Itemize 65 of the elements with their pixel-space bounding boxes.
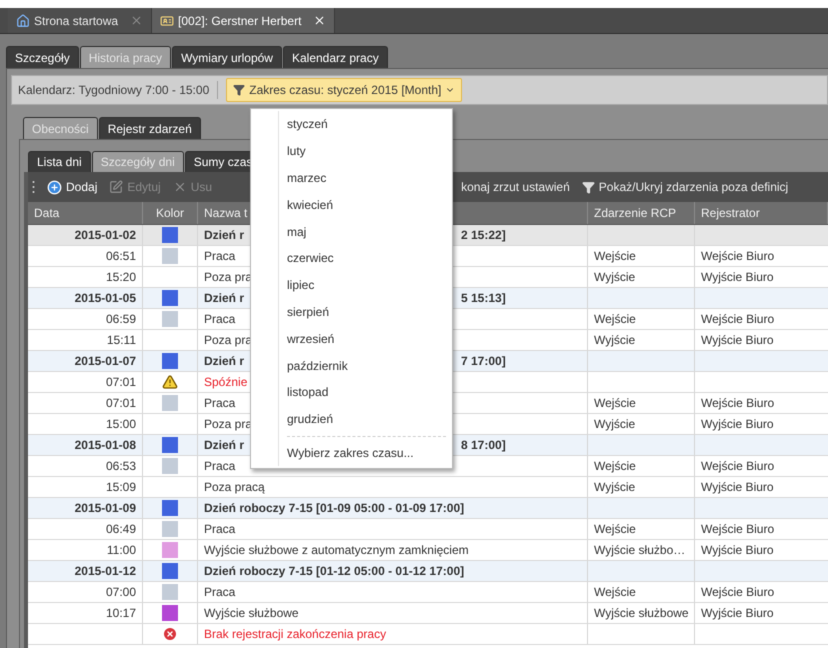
name-cell: Spóźnie [204, 375, 248, 389]
name-cell: Praca [204, 585, 236, 599]
date-cell-text: 2015-01-09 [74, 500, 136, 517]
name-cell-text: 2 15:22] [461, 227, 506, 244]
date-cell-text: 2015-01-12 [74, 563, 136, 580]
date-cell-text: 15:00 [106, 416, 136, 433]
date-cell-text: 2015-01-07 [74, 353, 136, 370]
event-cell-text: Wyjście służbowe [594, 605, 689, 622]
name-cell-text: 7 17:00] [461, 353, 506, 370]
recorder-cell-text: Wejście Biuro [701, 311, 774, 328]
name-cell: Wyjście służbowe z automatycznym zamknięciem [204, 543, 469, 557]
name-cell-text: 8 17:00] [461, 437, 506, 454]
name-cell: Praca [204, 396, 236, 410]
name-cell: Dzień r [204, 291, 244, 305]
date-cell-text: 07:00 [106, 584, 136, 601]
recorder-cell-text: Wyjście Biuro [701, 416, 774, 433]
event-cell-text: Wyjście [594, 416, 636, 433]
date-cell-text: 06:51 [106, 248, 136, 265]
recorder-cell-text: Wejście Biuro [701, 248, 774, 265]
date-cell-text: 15:11 [106, 332, 136, 349]
name-cell: Dzień roboczy 7-15 [01-12 05:00 - 01-12 17:00] [204, 564, 464, 578]
recorder-cell-text: Wejście Biuro [701, 395, 774, 412]
event-cell-text: Wejście [594, 311, 636, 328]
name-cell: Wyjście służbowe [204, 606, 299, 620]
event-cell-text: Wyjście [594, 479, 636, 496]
recorder-cell-text: Wyjście Biuro [701, 479, 774, 496]
calendar-label: Kalendarz: Tygodniowy 7:00 - 15:00 [18, 82, 210, 99]
event-cell-text: Wejście [594, 458, 636, 475]
date-cell-text: 06:53 [106, 458, 136, 475]
recorder-cell-text: Wejście Biuro [701, 584, 774, 601]
date-cell-text: 15:09 [106, 479, 136, 496]
date-cell-text: 11:00 [106, 542, 136, 559]
event-cell-text: Wyjście [594, 269, 636, 286]
event-cell-text: Wejście [594, 395, 636, 412]
event-cell-text: Wejście [594, 521, 636, 538]
recorder-cell-text: Wejście Biuro [701, 521, 774, 538]
event-cell-text: Wyjście [594, 332, 636, 349]
date-cell-text: 15:20 [106, 269, 136, 286]
date-cell-text: 2015-01-02 [74, 227, 136, 244]
recorder-cell-text: Wejście Biuro [701, 458, 774, 475]
recorder-cell-text: Wyjście Biuro [701, 332, 774, 349]
name-cell: Poza pracą [204, 480, 265, 494]
recorder-cell-text: Wyjście Biuro [701, 605, 774, 622]
date-cell-text: 07:01 [106, 395, 136, 412]
date-cell-text: 06:49 [106, 521, 136, 538]
date-cell-text: 07:01 [106, 374, 136, 391]
name-cell: Praca [204, 522, 236, 536]
recorder-cell-text: Wyjście Biuro [701, 542, 774, 559]
event-cell-text: Wyjście służbo… [594, 542, 686, 559]
name-cell: Dzień r [204, 354, 244, 368]
date-cell-text: 2015-01-08 [74, 437, 136, 454]
name-cell-text: 5 15:13] [461, 290, 506, 307]
name-cell: Dzień r [204, 438, 244, 452]
name-cell: Brak rejestracji zakończenia pracy [204, 627, 386, 641]
name-cell: Dzień roboczy 7-15 [01-09 05:00 - 01-09 17:00] [204, 501, 464, 515]
date-cell-text: 2015-01-05 [74, 290, 136, 307]
date-cell-text: 10:17 [106, 605, 136, 622]
recorder-cell-text: Wyjście Biuro [701, 269, 774, 286]
date-cell-text: 06:59 [106, 311, 136, 328]
name-cell: Praca [204, 249, 236, 263]
name-cell: Praca [204, 459, 236, 473]
event-cell-text: Wejście [594, 248, 636, 265]
name-cell: Dzień r [204, 228, 244, 242]
name-cell: Praca [204, 312, 236, 326]
event-cell-text: Wejście [594, 584, 636, 601]
